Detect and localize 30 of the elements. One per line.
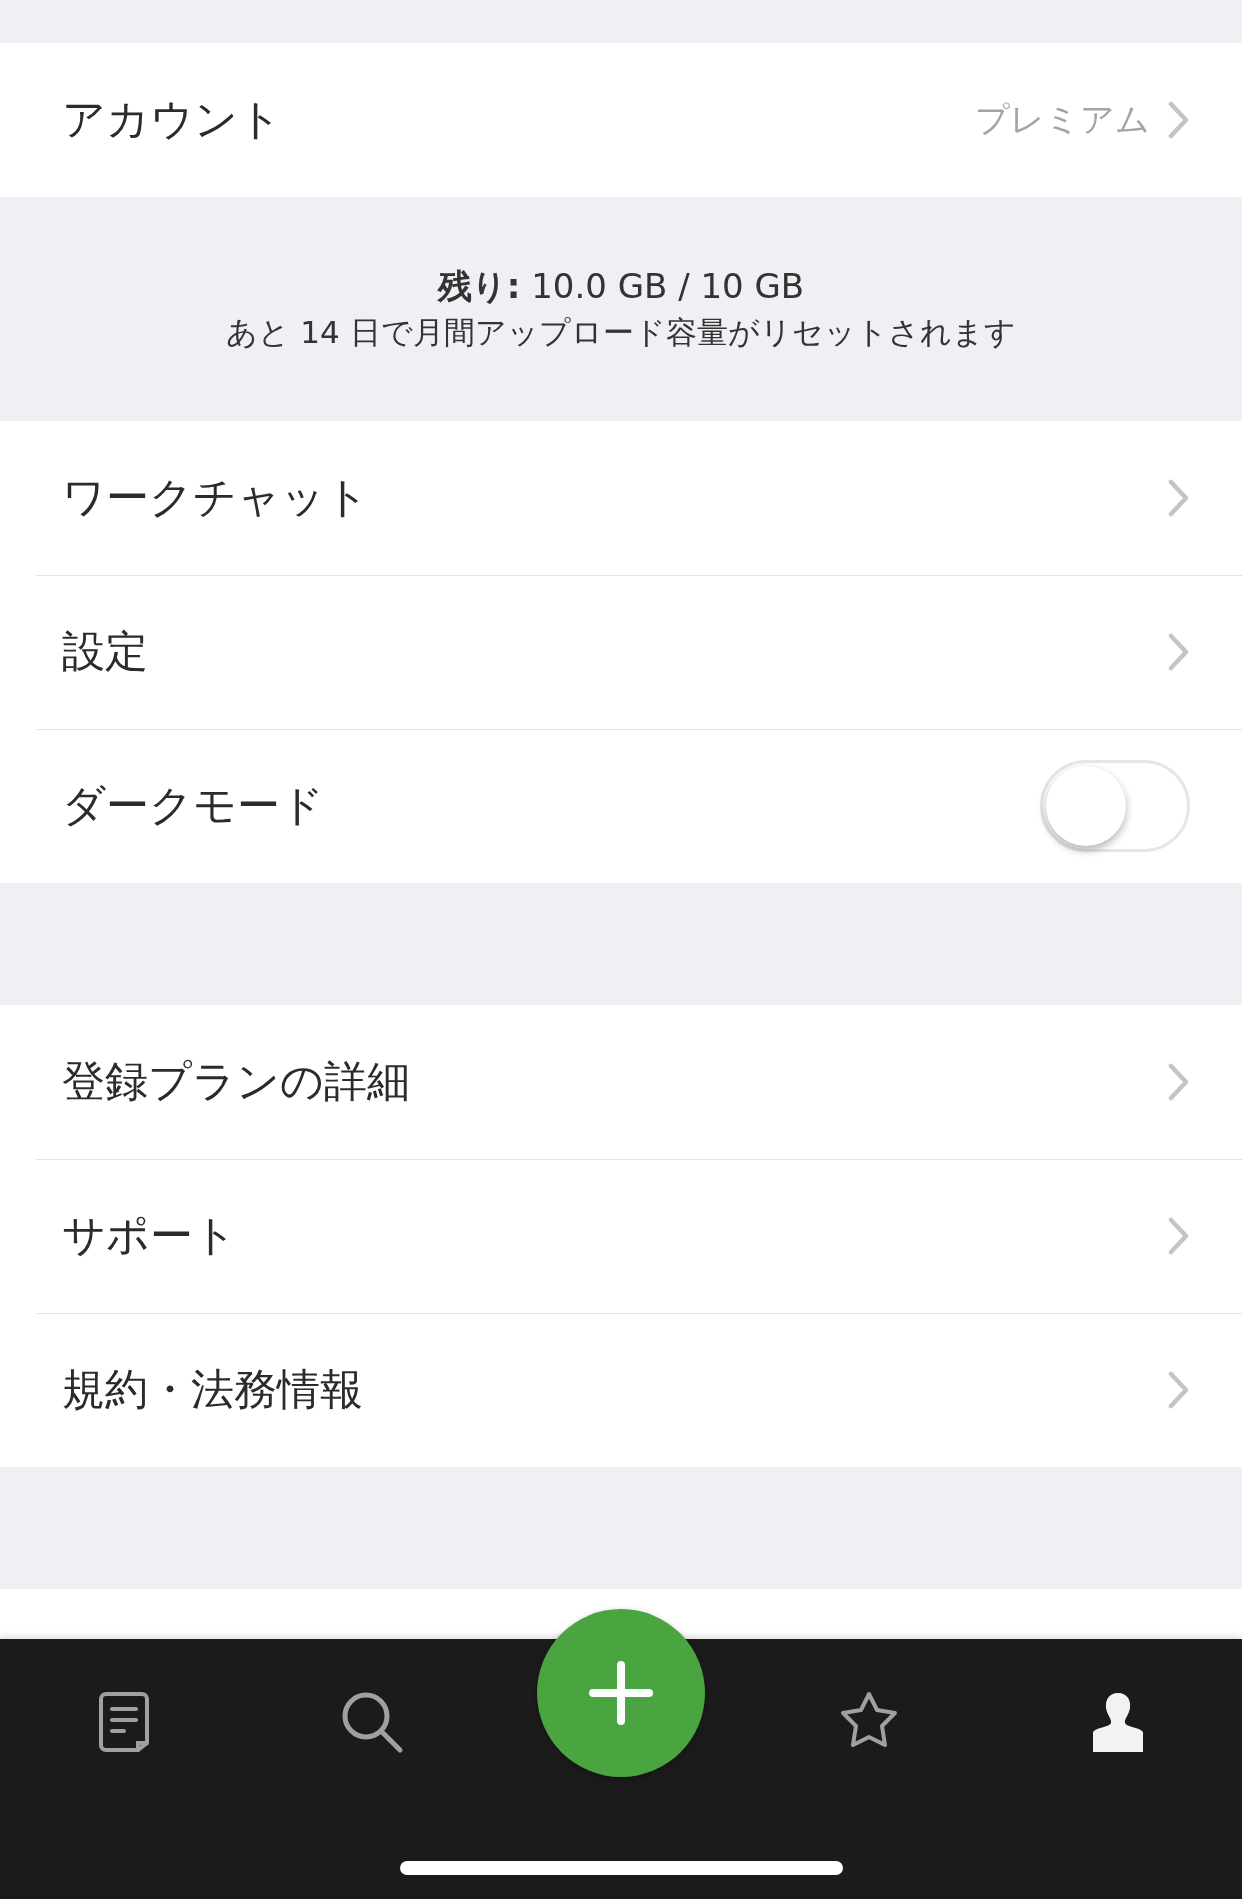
account-row[interactable]: アカウント プレミアム [0,43,1242,197]
settings-row[interactable]: 登録プランの詳細 [0,1005,1242,1159]
search-icon [340,1691,405,1755]
settings-row[interactable]: ダークモード [0,729,1242,883]
tab-button[interactable] [1090,1691,1145,1753]
row-label: アカウント [62,93,283,146]
storage-remaining: 残り: 10.0 GB / 10 GB [437,265,805,308]
chevron-icon [1168,1217,1190,1255]
person-icon [1090,1691,1145,1753]
settings-row[interactable]: ワークチャット [0,421,1242,575]
plus-icon [589,1661,653,1725]
settings-row[interactable]: サポート [0,1159,1242,1313]
chevron-icon [1168,633,1190,671]
chevron-icon [1168,101,1190,139]
row-label: ダークモード [62,779,325,832]
row-label: サポート [62,1209,238,1262]
row-label: 規約・法務情報 [62,1363,364,1416]
tab-button[interactable] [340,1691,405,1755]
settings-row[interactable]: 設定 [0,575,1242,729]
note-icon [98,1691,151,1753]
settings-row[interactable]: 規約・法務情報 [0,1313,1242,1467]
reset-note: あと 14 日で月間アップロード容量がリセットされます [226,313,1016,352]
plan-value: プレミアム [975,98,1150,141]
row-label: ワークチャット [62,471,370,524]
chevron-icon [1168,479,1190,517]
chevron-icon [1168,1371,1190,1409]
chevron-icon [1168,1063,1190,1101]
row-label: 登録プランの詳細 [62,1055,411,1108]
tab-button[interactable] [98,1691,151,1753]
row-label: 設定 [62,625,149,678]
